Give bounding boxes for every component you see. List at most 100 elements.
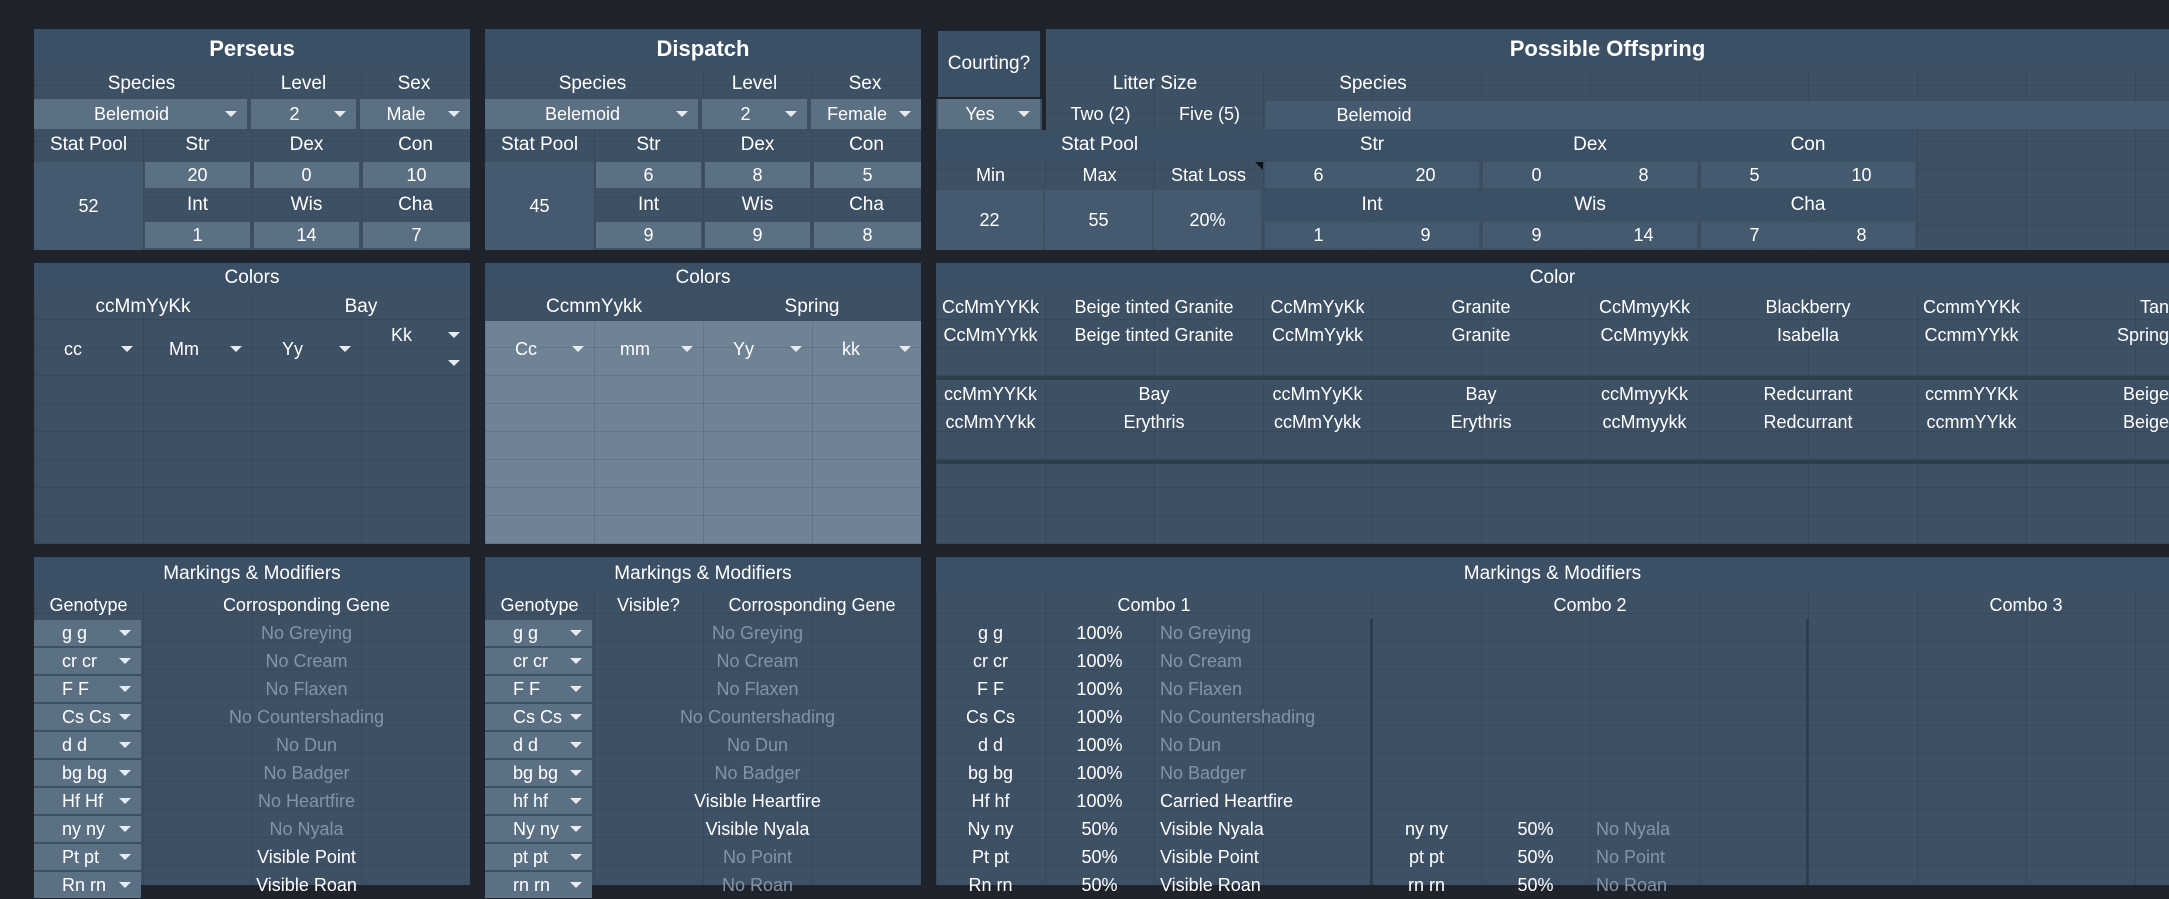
marking-genotype-select[interactable]: F F [485,676,592,702]
off-wis-max: 14 [1590,222,1697,248]
parent2-gene-k-select[interactable]: kk [812,321,921,377]
marking-genotype-select[interactable]: Ny ny [485,816,592,842]
marking-gene-text: Visible Heartfire [694,790,821,811]
offspring-color-name: Granite [1451,296,1511,317]
marking-genotype-select[interactable]: Hf Hf [34,788,141,814]
parent2-name: Dispatch [485,29,921,69]
parent2-con-value[interactable]: 5 [814,162,921,188]
marking-gene-text: No Countershading [679,706,836,727]
offspring-color-name: Erythris [1123,411,1185,432]
parent1-gene-m-select[interactable]: Mm [143,321,252,377]
parent1-sex-select[interactable]: Male [360,99,470,129]
parent1-gene-extra-select[interactable] [361,349,470,377]
genotype-header: Genotype [500,594,579,615]
wis-label: Wis [290,194,323,215]
marking-gene-text: Visible Nyala [705,818,810,839]
parent1-str-value[interactable]: 20 [145,162,250,188]
parent2-sex-select[interactable]: Female [811,99,921,129]
parent1-int-value[interactable]: 1 [145,222,250,248]
parent2-str-value[interactable]: 6 [596,162,701,188]
parent1-dex-value[interactable]: 0 [254,162,359,188]
combo1-genotype: Pt pt [971,846,1010,867]
cha-label: Cha [398,194,433,215]
off-int-max: 9 [1372,222,1479,248]
offspring-species-label: Species [1339,73,1407,94]
combo1-header: Combo 1 [1117,594,1191,615]
min-label: Min [975,164,1005,185]
marking-genotype-select[interactable]: cr cr [485,648,592,674]
parent1-gene-k-select[interactable]: Kk [361,321,470,349]
marking-genotype-select[interactable]: cr cr [34,648,141,674]
parent1-level-select[interactable]: 2 [251,99,356,129]
marking-genotype-select[interactable]: rn rn [485,872,592,898]
litter-min: Two (2) [1070,103,1131,124]
off-con-max: 10 [1808,162,1915,188]
parent2-gene-m-select[interactable]: mm [594,321,703,377]
off-dex-label: Dex [1481,130,1699,160]
offspring-genotype: CcMmYykk [1272,324,1363,345]
off-cha-min: 7 [1701,222,1808,248]
parent2-gene-c-select[interactable]: Cc [485,321,594,377]
marking-genotype-select[interactable]: d d [34,732,141,758]
marking-genotype-select[interactable]: Pt pt [34,844,141,870]
marking-gene-text: No Badger [714,762,801,783]
parent2-wis-value[interactable]: 9 [705,222,810,248]
marking-genotype-select[interactable]: hf hf [485,788,592,814]
offspring-genotype: ccMmyykk [1602,411,1687,432]
combo1-genotype: Rn rn [968,874,1013,895]
stat-pool-label: Stat Pool [500,134,579,155]
offspring-color-name: Redcurrant [1763,383,1853,404]
marking-genotype-select[interactable]: bg bg [485,760,592,786]
parent2-gene-y-select[interactable]: Yy [703,321,812,377]
parent1-species-select[interactable]: Belemoid [34,99,247,129]
combo1-gene: Visible Roan [1160,874,1261,895]
combo1-percent: 50% [1081,818,1118,839]
parent1-con-value[interactable]: 10 [363,162,470,188]
level-header: Level [280,73,327,94]
marking-genotype-select[interactable]: g g [485,620,592,646]
offspring-species: Belemoid [1266,101,1482,129]
offspring-genotype: ccMmYYkk [945,411,1036,432]
parent1-markings-panel: Markings & Modifiers Genotype Corrospond… [34,557,470,898]
offspring-genotype: ccMmYykk [1274,411,1361,432]
marking-genotype-select[interactable]: Rn rn [34,872,141,898]
parent2-int-value[interactable]: 9 [596,222,701,248]
dex-label: Dex [289,134,324,155]
marking-gene-text: No Cream [265,650,348,671]
parent1-gene-y-select[interactable]: Yy [252,321,361,377]
parent1-wis-value[interactable]: 14 [254,222,359,248]
parent2-dex-value[interactable]: 8 [705,162,810,188]
gene-header: Corrosponding Gene [222,594,391,615]
offspring-color-name: Blackberry [1765,296,1851,317]
marking-gene-text: No Badger [263,762,350,783]
parent2-cha-value[interactable]: 8 [814,222,921,248]
offspring-genotype: ccMmYYKk [943,383,1037,404]
combo1-genotype: Ny ny [967,818,1014,839]
marking-genotype-select[interactable]: pt pt [485,844,592,870]
combo1-gene: No Flaxen [1160,678,1243,699]
parent2-species-select[interactable]: Belemoid [485,99,698,129]
genotype-header: Genotype [49,594,128,615]
note-indicator-icon [1255,162,1263,170]
offspring-markings-panel: Markings & Modifiers Combo 1 Combo 2 Com… [936,557,2169,895]
combo1-genotype: cr cr [973,650,1008,671]
offspring-stats-panel: Courting? Yes Possible Offspring Litter … [936,29,2169,250]
combo1-gene: No Countershading [1160,706,1316,727]
marking-genotype-select[interactable]: F F [34,676,141,702]
parent1-cha-value[interactable]: 7 [363,222,470,248]
marking-genotype-select[interactable]: d d [485,732,592,758]
parent2-markings-panel: Markings & Modifiers Genotype Visible? C… [485,557,921,898]
marking-genotype-select[interactable]: bg bg [34,760,141,786]
courting-select[interactable]: Yes [938,99,1040,129]
parent1-colors-panel: Colors ccMmYyKk Bay cc Mm Yy Kk [34,263,470,544]
marking-genotype-select[interactable]: ny ny [34,816,141,842]
parent1-gene-c-select[interactable]: cc [34,321,143,377]
combo1-percent: 100% [1076,622,1123,643]
offspring-stat-loss-value: 20% [1154,190,1261,250]
combo1-percent: 100% [1076,706,1123,727]
marking-genotype-select[interactable]: g g [34,620,141,646]
marking-genotype-select[interactable]: Cs Cs [485,704,592,730]
combo1-percent: 50% [1081,874,1118,895]
marking-genotype-select[interactable]: Cs Cs [34,704,141,730]
parent2-level-select[interactable]: 2 [702,99,807,129]
